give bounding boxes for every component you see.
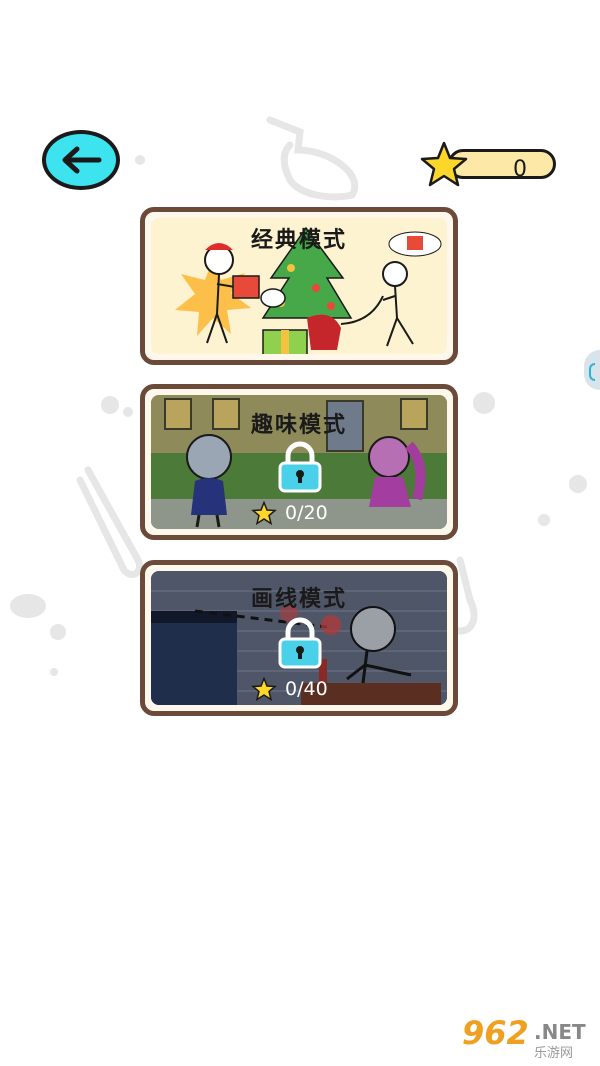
lock-icon — [278, 441, 322, 493]
star-icon — [251, 677, 277, 701]
star-count: 0 — [513, 157, 527, 182]
mode-title-classic: 经典模式 — [250, 228, 347, 253]
draw-line-progress-text: 0/40 — [285, 678, 328, 700]
mode-card-classic[interactable]: 经典模式 — [140, 207, 458, 365]
watermark-number: 962 — [462, 1014, 529, 1052]
back-button[interactable] — [42, 130, 120, 190]
star-icon — [420, 141, 468, 187]
watermark: 962 .NET 乐游网 — [462, 1014, 598, 1061]
watermark-net: .NET — [534, 1020, 586, 1044]
fun-progress: 0/20 — [251, 501, 328, 525]
mode-card-fun[interactable]: 趣味模式 0/20 — [140, 384, 458, 540]
fun-progress-text: 0/20 — [285, 502, 328, 524]
mode-title-draw-line: 画线模式 — [250, 587, 347, 612]
star-icon — [251, 501, 277, 525]
draw-line-progress: 0/40 — [251, 677, 328, 701]
star-counter: 0 — [418, 140, 558, 188]
lock-icon — [278, 617, 322, 669]
mode-card-draw-line[interactable]: 画线模式 0/40 — [140, 560, 458, 716]
mode-title-fun: 趣味模式 — [250, 413, 347, 438]
watermark-site: 乐游网 — [534, 1046, 574, 1061]
arrow-left-icon — [62, 146, 102, 174]
